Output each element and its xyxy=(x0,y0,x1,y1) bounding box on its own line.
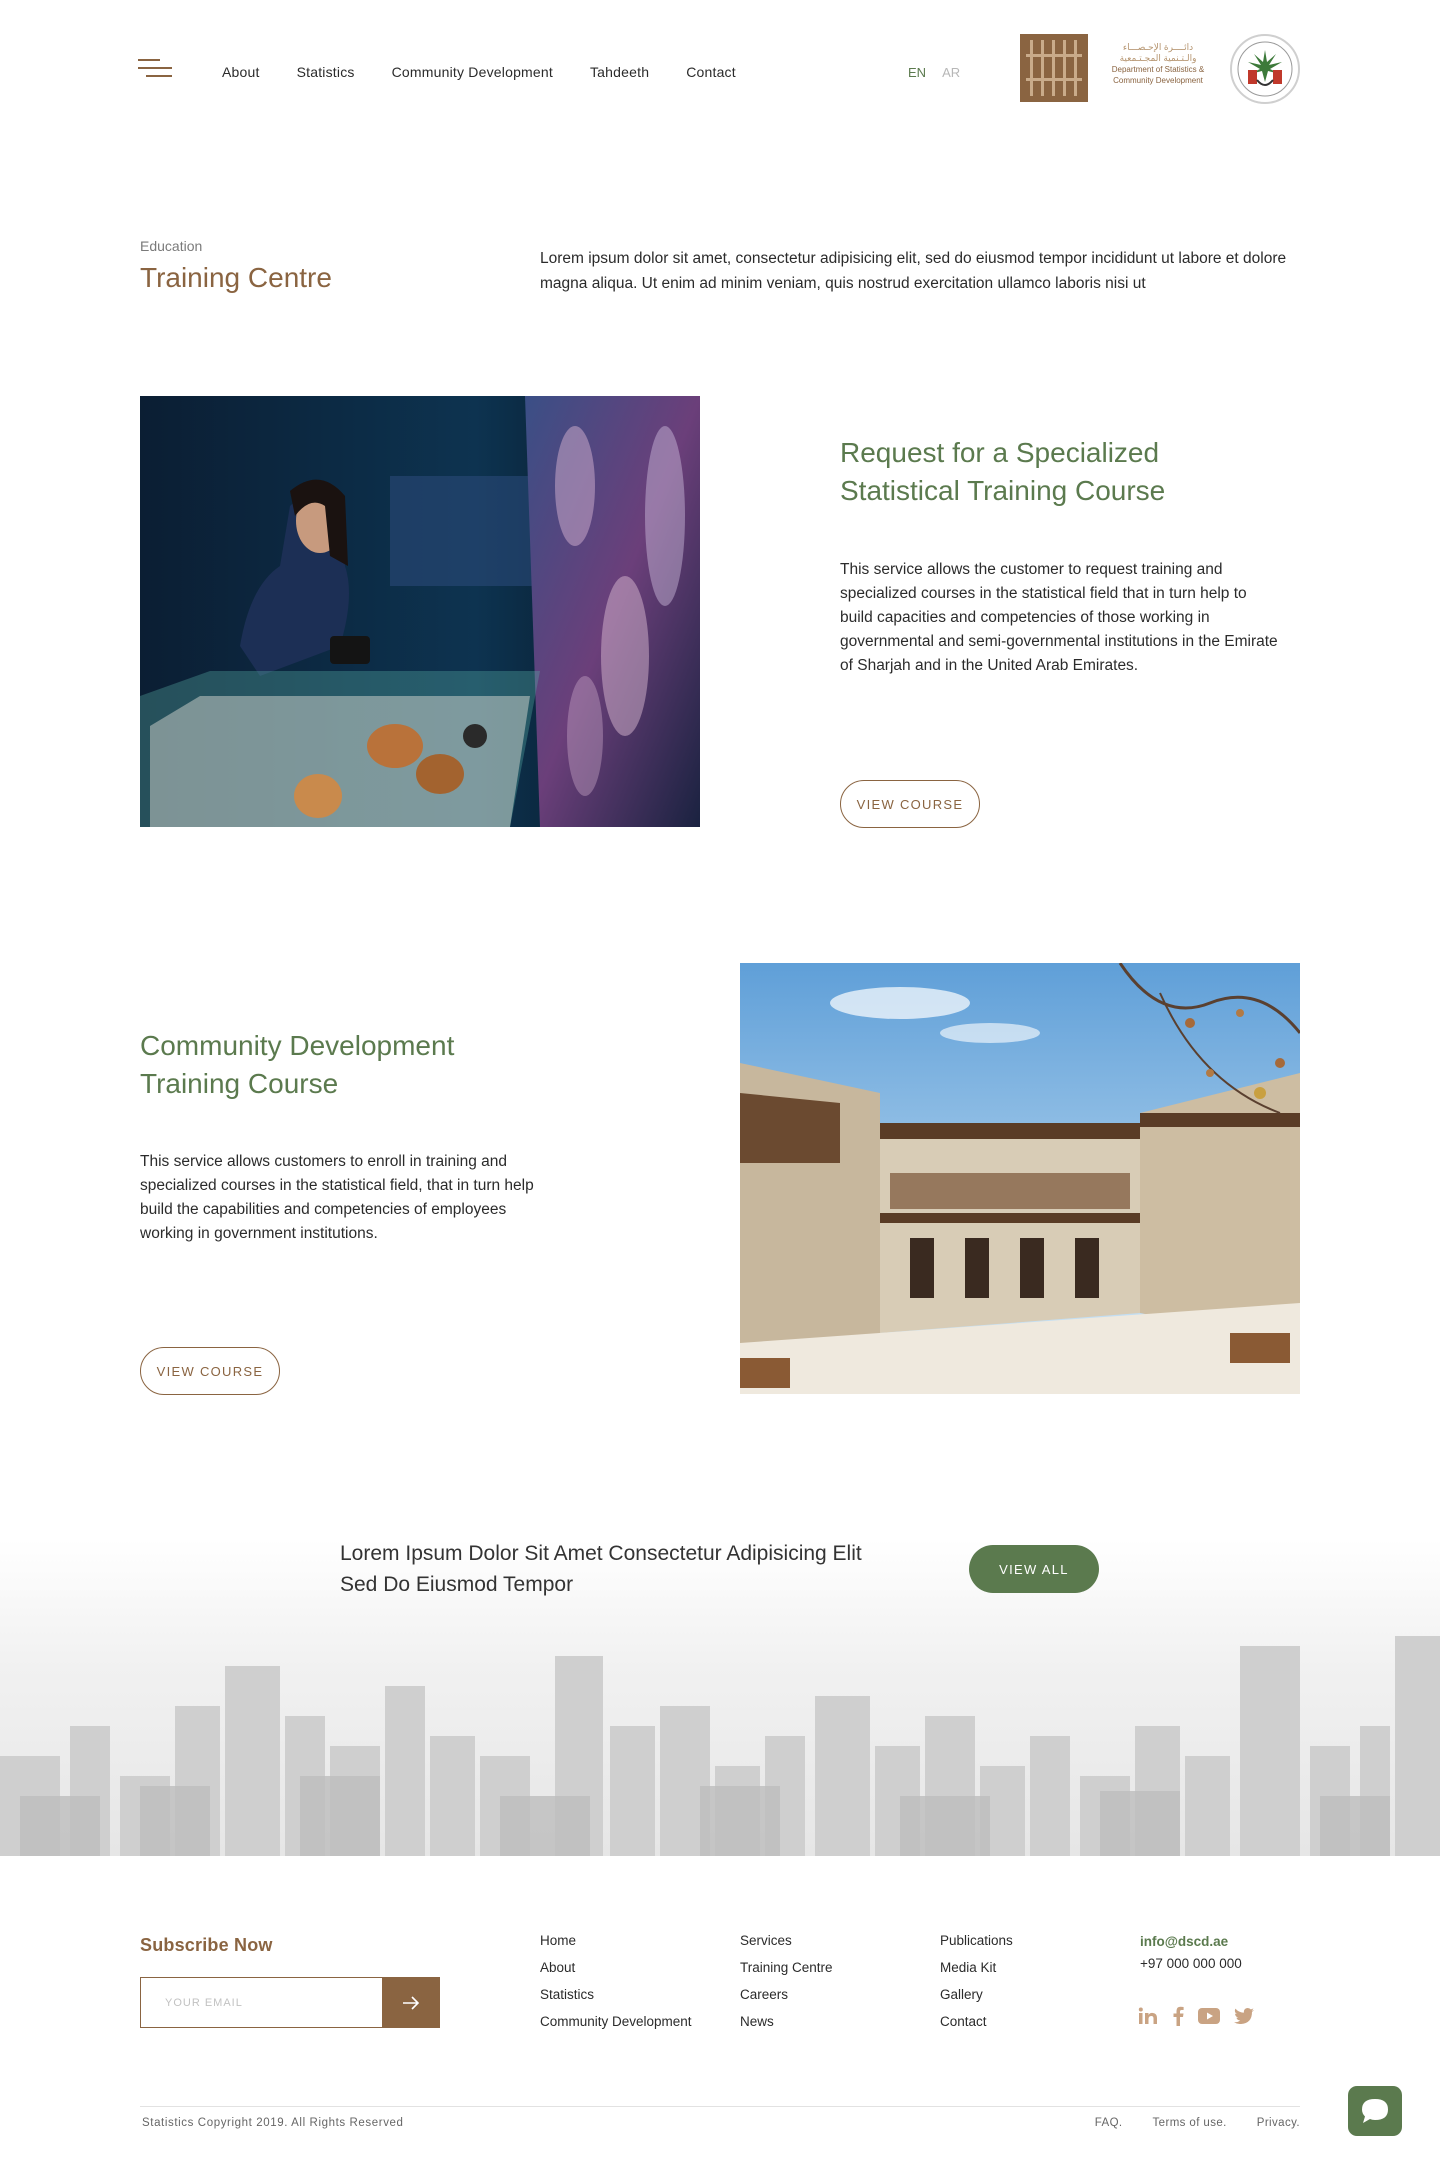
course-1-description: This service allows the customer to requ… xyxy=(840,561,1278,674)
legal-links: FAQ. Terms of use. Privacy. xyxy=(1095,2117,1300,2129)
footer-links-main: Home About Statistics Community Developm… xyxy=(540,1932,692,2030)
chat-button[interactable] xyxy=(1348,2086,1402,2136)
section-kicker: Education xyxy=(140,238,203,254)
view-all-button[interactable]: VIEW ALL xyxy=(969,1545,1099,1593)
footer-link-gallery[interactable]: Gallery xyxy=(940,1986,1013,2003)
logo-arabic-line-2: والـتـنمية المجـتـمعية xyxy=(1119,53,1197,63)
facebook-icon[interactable] xyxy=(1172,2006,1184,2026)
footer-link-services[interactable]: Services xyxy=(740,1932,833,1949)
sharjah-emblem-icon xyxy=(1230,34,1300,104)
youtube-icon[interactable] xyxy=(1198,2008,1220,2024)
footer-link-community-development[interactable]: Community Development xyxy=(540,2013,692,2030)
course-2-photo xyxy=(740,963,1300,1394)
menu-icon[interactable] xyxy=(138,59,174,81)
contact-email[interactable]: info@dscd.ae xyxy=(1140,1931,1242,1953)
cta-headline-line-1: Lorem Ipsum Dolor Sit Amet Consectetur A… xyxy=(340,1542,862,1565)
subscribe-form xyxy=(140,1977,440,2028)
city-skyline-illustration xyxy=(0,1636,1440,1856)
language-switcher: EN AR xyxy=(908,65,960,80)
logo-english-line-2: Community Development xyxy=(1113,76,1203,85)
course-1-title-line-1: Request for a Specialized xyxy=(840,437,1160,468)
course-2-description: This service allows customers to enroll … xyxy=(140,1153,534,1242)
nav-community-development[interactable]: Community Development xyxy=(392,64,553,80)
legal-link-privacy[interactable]: Privacy. xyxy=(1257,2117,1300,2129)
footer-link-media-kit[interactable]: Media Kit xyxy=(940,1959,1013,1976)
footer-link-publications[interactable]: Publications xyxy=(940,1932,1013,1949)
lang-ar[interactable]: AR xyxy=(942,65,960,80)
footer-contact: info@dscd.ae +97 000 000 000 xyxy=(1140,1931,1242,1975)
logo-english-line-1: Department of Statistics & xyxy=(1111,65,1205,74)
nav-statistics[interactable]: Statistics xyxy=(297,64,355,80)
nav-about[interactable]: About xyxy=(222,64,260,80)
social-links xyxy=(1138,2006,1254,2026)
page-title: Training Centre xyxy=(140,262,332,293)
main-nav: About Statistics Community Development T… xyxy=(222,64,736,80)
footer-link-training-centre[interactable]: Training Centre xyxy=(740,1959,833,1976)
intro-paragraph: Lorem ipsum dolor sit amet, consectetur … xyxy=(540,250,1287,292)
legal-link-faq[interactable]: FAQ. xyxy=(1095,2117,1123,2129)
footer-link-careers[interactable]: Careers xyxy=(740,1986,833,2003)
copyright-text: Statistics Copyright 2019. All Rights Re… xyxy=(142,2117,404,2129)
dscd-logo-text: دائــــرة الإحـصـــاء والـتـنمية المجـتـ… xyxy=(1100,42,1216,86)
course-1-view-button[interactable]: VIEW COURSE xyxy=(840,780,980,828)
twitter-icon[interactable] xyxy=(1234,2008,1254,2024)
footer-link-news[interactable]: News xyxy=(740,2013,833,2030)
footer-link-home[interactable]: Home xyxy=(540,1932,692,1949)
course-2-view-button[interactable]: VIEW COURSE xyxy=(140,1347,280,1395)
course-2-title-line-1: Community Development xyxy=(140,1030,455,1061)
site-header: About Statistics Community Development T… xyxy=(0,0,1440,150)
footer-link-contact[interactable]: Contact xyxy=(940,2013,1013,2030)
lang-en[interactable]: EN xyxy=(908,65,926,80)
subscribe-email-input[interactable] xyxy=(140,1977,383,2028)
linkedin-icon[interactable] xyxy=(1138,2007,1158,2025)
cta-headline: Lorem Ipsum Dolor Sit Amet Consectetur A… xyxy=(340,1538,900,1600)
nav-tahdeeth[interactable]: Tahdeeth xyxy=(590,64,649,80)
footer-divider xyxy=(140,2106,1300,2107)
course-1-title-line-2: Statistical Training Course xyxy=(840,475,1166,506)
footer-link-about[interactable]: About xyxy=(540,1959,692,1976)
footer-links-media: Publications Media Kit Gallery Contact xyxy=(940,1932,1013,2030)
footer-link-statistics[interactable]: Statistics xyxy=(540,1986,692,2003)
subscribe-title: Subscribe Now xyxy=(140,1935,273,1955)
footer-links-services: Services Training Centre Careers News xyxy=(740,1932,833,2030)
subscribe-submit-button[interactable] xyxy=(382,1977,440,2028)
course-2-title-line-2: Training Course xyxy=(140,1068,339,1099)
course-2-title: Community Development Training Course xyxy=(140,1027,454,1103)
arrow-right-icon xyxy=(403,1995,420,2010)
course-1-photo xyxy=(140,396,700,827)
legal-link-terms[interactable]: Terms of use. xyxy=(1153,2117,1227,2129)
chat-bubble-icon xyxy=(1362,2099,1388,2123)
nav-contact[interactable]: Contact xyxy=(686,64,736,80)
logo-arabic-line-1: دائــــرة الإحـصـــاء xyxy=(1122,42,1194,52)
cta-headline-line-2: Sed Do Eiusmod Tempor xyxy=(340,1573,574,1596)
dscd-logo-mark[interactable] xyxy=(1020,34,1088,102)
course-1-title: Request for a Specialized Statistical Tr… xyxy=(840,434,1165,510)
contact-phone: +97 000 000 000 xyxy=(1140,1956,1242,1971)
